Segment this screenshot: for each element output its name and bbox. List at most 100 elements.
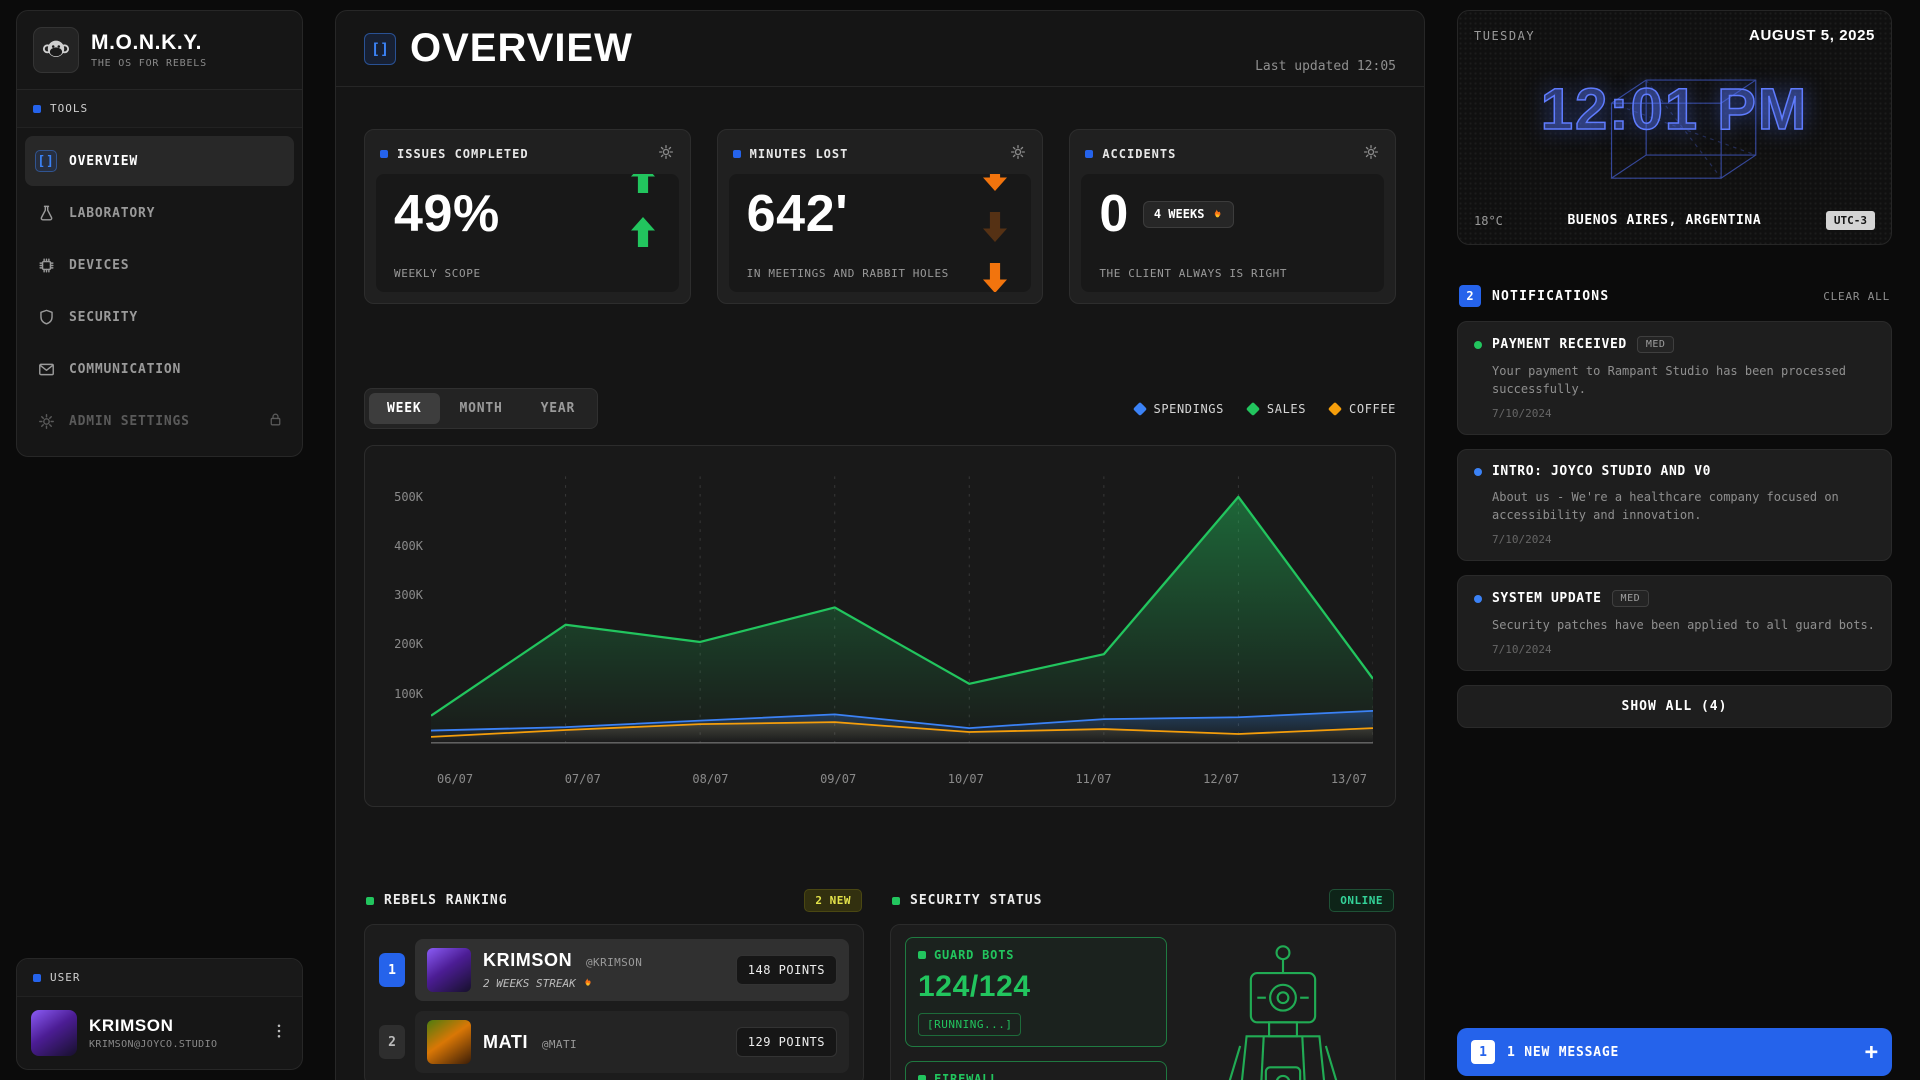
notification-body: About us - We're a healthcare company fo… [1474,488,1875,524]
sidebar-item-laboratory[interactable]: LABORATORY [25,188,294,238]
sidebar-item-overview[interactable]: [] OVERVIEW [25,136,294,186]
notification-title-row: PAYMENT RECEIVED MED [1474,336,1875,353]
gear-icon[interactable] [657,143,675,164]
ranking-user-info: MATI @MATI [483,1032,577,1053]
stat-body: 642' IN MEETINGS AND RABBIT HOLES [729,174,1032,292]
notification-item[interactable]: PAYMENT RECEIVED MED Your payment to Ram… [1457,321,1892,435]
chip-icon [35,254,57,276]
plus-icon[interactable]: + [1865,1040,1878,1065]
user-row: KRIMSON KRIMSON@JOYCO.STUDIO [17,997,302,1069]
stat-header: ACCIDENTS [1081,141,1384,174]
stat-body: 0 4 WEEKS THE CLIENT ALWAYS IS RIGHT [1081,174,1384,292]
stat-title: MINUTES LOST [750,147,849,161]
avatar [427,948,471,992]
legend-swatch [1132,401,1146,415]
stat-bullet-icon [733,150,741,158]
online-status-badge: ONLINE [1329,889,1394,912]
sidebar-item-label: COMMUNICATION [69,362,181,377]
new-message-bar[interactable]: 1 1 NEW MESSAGE + [1457,1028,1892,1076]
firewall-box: FIREWALL [905,1061,1167,1080]
ranking-row-2[interactable]: 2 MATI @MATI 129 POINTS [379,1011,849,1073]
security-title: SECURITY STATUS [910,893,1042,908]
right-panel: TUESDAY AUGUST 5, 2025 12:01 PM 18°C BUE… [1457,10,1892,1070]
ranking-header: REBELS RANKING 2 NEW [364,885,864,924]
plot-area: 100K200K300K400K500K [379,464,1373,764]
firewall-label-row: FIREWALL [918,1072,1154,1080]
chart-controls: WEEK MONTH YEAR SPENDINGS SALES [364,388,1396,429]
chart-range-tabs: WEEK MONTH YEAR [364,388,598,429]
notification-body: Security patches have been applied to al… [1474,616,1875,634]
firewall-bullet-icon [918,1075,926,1080]
stat-bullet-icon [380,150,388,158]
y-tick-label: 100K [394,687,423,701]
guard-bots-state: [RUNNING...] [918,1013,1021,1036]
notification-title-row: INTRO: JOYCO STUDIO AND V0 [1474,464,1875,479]
points-badge: 129 POINTS [736,1027,837,1057]
stat-header: ISSUES COMPLETED [376,141,679,174]
sidebar-item-label: DEVICES [69,258,129,273]
guard-bullet-icon [918,951,926,959]
firewall-label: FIREWALL [934,1072,998,1080]
clock-location: BUENOS AIRES, ARGENTINA [1567,213,1761,228]
gear-icon[interactable] [1009,143,1027,164]
chart-card: 100K200K300K400K500K 06/0707/0708/0709/0… [364,445,1396,807]
avatar [31,1010,77,1056]
sidebar: M.O.N.K.Y. THE OS FOR REBELS TOOLS [] OV… [16,10,303,1070]
clear-all-button[interactable]: CLEAR ALL [1823,290,1890,303]
show-all-button[interactable]: SHOW ALL (4) [1457,685,1892,728]
chart-plot [431,464,1373,764]
clock-date: AUGUST 5, 2025 [1749,27,1875,44]
security-metrics: GUARD BOTS 124/124 [RUNNING...] FIREWALL [905,937,1167,1080]
sidebar-item-communication[interactable]: COMMUNICATION [25,344,294,394]
trend-down-icon [977,174,1013,292]
stats-row: ISSUES COMPLETED 49% WEEKLY SCOPE [364,129,1396,304]
sidebar-item-label: ADMIN SETTINGS [69,414,190,429]
stat-title: ACCIDENTS [1102,147,1176,161]
flask-icon [35,202,57,224]
app-logo-text: M.O.N.K.Y. THE OS FOR REBELS [91,31,207,69]
sidebar-item-security[interactable]: SECURITY [25,292,294,342]
sidebar-main-card: M.O.N.K.Y. THE OS FOR REBELS TOOLS [] OV… [16,10,303,457]
status-dot [1474,468,1482,476]
guard-bots-label-row: GUARD BOTS [918,948,1154,962]
section-bullet-icon [33,105,41,113]
tools-section-header: TOOLS [17,90,302,128]
x-tick-label: 10/07 [948,772,984,786]
bottom-row: REBELS RANKING 2 NEW 1 KRIMSON [364,885,1396,1080]
chart-legend: SPENDINGS SALES COFFEE [1135,402,1397,416]
notification-date: 7/10/2024 [1474,407,1875,420]
sidebar-item-devices[interactable]: DEVICES [25,240,294,290]
sidebar-item-label: SECURITY [69,310,138,325]
monkey-logo-icon [33,27,79,73]
kebab-menu-icon[interactable] [270,1022,288,1044]
notification-item[interactable]: SYSTEM UPDATE MED Security patches have … [1457,575,1892,671]
x-tick-label: 13/07 [1331,772,1367,786]
notification-body: Your payment to Rampant Studio has been … [1474,362,1875,398]
panel-bullet-icon [892,897,900,905]
security-header: SECURITY STATUS ONLINE [890,885,1396,924]
stat-bullet-icon [1085,150,1093,158]
legend-swatch [1328,401,1342,415]
tab-year[interactable]: YEAR [523,393,594,424]
stat-header: MINUTES LOST [729,141,1032,174]
security-panel: GUARD BOTS 124/124 [RUNNING...] FIREWALL [890,924,1396,1080]
notification-item[interactable]: INTRO: JOYCO STUDIO AND V0 About us - We… [1457,449,1892,561]
y-tick-label: 300K [394,588,423,602]
gear-icon[interactable] [1362,143,1380,164]
priority-badge: MED [1637,336,1675,353]
clock-time: 12:01 PM [1474,76,1875,143]
flame-icon [1210,207,1223,222]
last-updated: Last updated 12:05 [1255,59,1396,86]
clock-bottom-row: 18°C BUENOS AIRES, ARGENTINA UTC-3 [1474,211,1875,230]
tab-month[interactable]: MONTH [442,393,521,424]
ranking-row-1[interactable]: 1 KRIMSON @KRIMSON 2 WEEKS STREAK [379,939,849,1001]
tab-week[interactable]: WEEK [369,393,440,424]
app-layout: M.O.N.K.Y. THE OS FOR REBELS TOOLS [] OV… [0,0,1920,1070]
gear-icon [35,410,57,432]
stat-body: 49% WEEKLY SCOPE [376,174,679,292]
notifications-count-badge: 2 [1459,285,1481,307]
sidebar-item-admin-settings[interactable]: ADMIN SETTINGS [25,396,294,446]
y-axis-labels: 100K200K300K400K500K [379,464,431,764]
tools-label: TOOLS [50,102,88,115]
legend-label: SALES [1267,402,1306,416]
